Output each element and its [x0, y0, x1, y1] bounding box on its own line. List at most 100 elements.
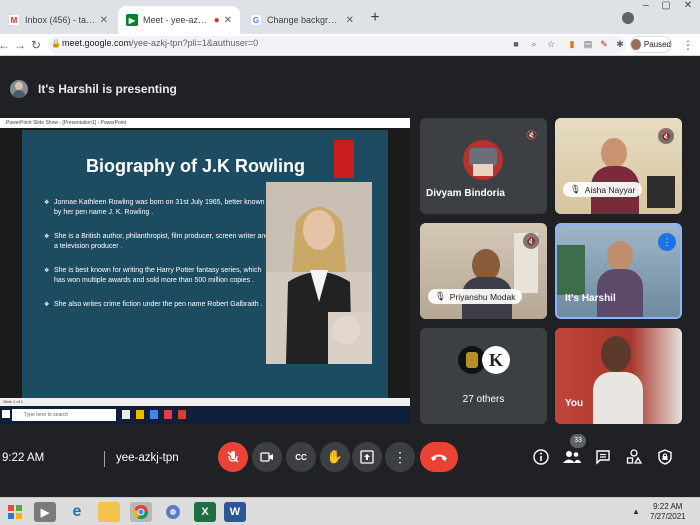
camera-icon[interactable]: ■	[510, 38, 522, 50]
puzzle-icon[interactable]: ✱	[614, 38, 626, 50]
presenter-avatar	[10, 80, 28, 98]
captions-button[interactable]: CC	[286, 442, 316, 472]
meeting-details-button[interactable]	[528, 444, 554, 470]
extension-icon-2[interactable]: ▤	[582, 38, 594, 50]
host-controls-button[interactable]	[652, 444, 678, 470]
extension-icon-3[interactable]: ✎	[598, 38, 610, 50]
chrome-alt-icon[interactable]	[162, 502, 184, 522]
video-icon	[260, 452, 273, 462]
participant-name-pill: 🎙 Aisha Nayyar	[563, 182, 643, 197]
extension-icon[interactable]: ▮	[566, 38, 578, 50]
mic-off-icon: 🔇	[523, 233, 539, 249]
mic-off-icon: 🎙	[570, 184, 581, 194]
more-options-icon[interactable]: ⋮	[658, 233, 676, 251]
maximize-icon[interactable]: ▢	[658, 0, 674, 14]
hand-icon: ✋	[326, 449, 344, 464]
close-icon[interactable]: ✕	[224, 15, 232, 26]
leave-call-button[interactable]	[420, 442, 458, 472]
profile-button[interactable]: Paused	[630, 36, 672, 53]
chrome-icon	[164, 410, 172, 419]
menu-icon[interactable]: ⋮	[680, 37, 696, 53]
back-icon[interactable]: ←	[0, 37, 12, 53]
close-window-icon[interactable]: ✕	[680, 0, 696, 14]
more-options-button[interactable]: ⋮	[385, 442, 415, 472]
address-bar: ← → ↻ 🔒 meet.google.com/yee-azkj-tpn?pli…	[0, 34, 700, 56]
tab-meet[interactable]: ▶ Meet - yee-azkj-tpn ● ✕	[118, 6, 240, 34]
excel-icon[interactable]: X	[194, 502, 216, 522]
mic-off-icon: 🎙	[435, 291, 446, 301]
activities-button[interactable]	[621, 444, 647, 470]
participant-tile-active[interactable]: ⋮ It's Harshil	[555, 223, 682, 319]
store-icon	[150, 410, 158, 419]
ie-icon[interactable]: e	[66, 502, 88, 522]
present-button[interactable]	[352, 442, 382, 472]
slide-title: Biography of J.K Rowling	[86, 156, 305, 176]
camera-toggle-button[interactable]	[252, 442, 282, 472]
tab-gmail[interactable]: M Inbox (456) - tarannum@theindi... ✕	[0, 6, 116, 34]
others-tile[interactable]: K 27 others	[420, 328, 547, 424]
record-icon[interactable]	[622, 12, 634, 24]
captions-icon: CC	[295, 452, 307, 462]
star-icon[interactable]: ☆	[545, 38, 557, 50]
reload-icon[interactable]: ↻	[28, 37, 44, 53]
more-vert-icon: ⋮	[393, 448, 407, 465]
url-text[interactable]: meet.google.com/yee-azkj-tpn?pli=1&authu…	[62, 38, 258, 48]
chat-icon	[596, 450, 610, 465]
new-tab-button[interactable]: +	[366, 9, 384, 27]
explorer-icon	[136, 410, 144, 419]
mic-toggle-button[interactable]	[218, 442, 248, 472]
folder-icon[interactable]	[98, 502, 120, 522]
lock-icon[interactable]: 🔒	[51, 39, 61, 48]
presenting-header: It's Harshil is presenting	[10, 78, 177, 100]
taskbar-search: Type here to search	[12, 409, 116, 421]
portrait-photo	[266, 182, 372, 364]
task-view-icon	[122, 410, 130, 419]
media-player-icon[interactable]: ▶	[34, 502, 56, 522]
gmail-icon: M	[8, 14, 20, 26]
slide-accent-bar	[334, 140, 354, 178]
bullet-item: She is a British author, philanthropist,…	[44, 232, 270, 252]
info-icon	[533, 449, 549, 465]
participant-name: Priyanshu Modak	[449, 291, 516, 302]
minimize-icon[interactable]: –	[638, 0, 654, 14]
taskbar-clock[interactable]: 9:22 AM 7/27/2021	[650, 502, 686, 522]
powerpoint-icon	[178, 410, 186, 419]
meeting-controls: 9:22 AM yee-azkj-tpn CC ✋ ⋮ 33	[0, 430, 700, 492]
chat-button[interactable]	[590, 444, 616, 470]
screen-share[interactable]: PowerPoint Slide Show - [Presentation1] …	[0, 118, 410, 424]
windows-taskbar: ▶ e X W ▲ 9:22 AM 7/27/2021	[0, 497, 700, 525]
participant-avatar-letter: K	[482, 346, 510, 374]
activities-icon	[626, 449, 642, 464]
hangup-icon	[431, 454, 447, 461]
google-icon: G	[250, 14, 262, 26]
tab-help[interactable]: G Change background and use effe... ✕	[242, 6, 362, 34]
participant-tile[interactable]: 🔇 🎙 Priyanshu Modak	[420, 223, 547, 319]
raise-hand-button[interactable]: ✋	[320, 442, 350, 472]
forward-icon[interactable]: →	[12, 37, 28, 53]
participant-tile[interactable]: 🔇 Divyam Bindoria	[420, 118, 547, 214]
zoom-icon[interactable]: ⌕	[528, 38, 540, 50]
participant-name-pill: 🎙 Priyanshu Modak	[428, 289, 523, 304]
self-tile[interactable]: You	[555, 328, 682, 424]
chrome-icon[interactable]	[130, 502, 152, 522]
participant-tile[interactable]: 🔇 🎙 Aisha Nayyar	[555, 118, 682, 214]
word-icon[interactable]: W	[224, 502, 246, 522]
people-icon	[563, 451, 581, 463]
bullet-item: She also writes crime fiction under the …	[44, 300, 270, 310]
present-icon	[360, 450, 374, 464]
tab-title: Inbox (456) - tarannum@theindi...	[25, 15, 96, 25]
mic-off-icon: 🔇	[658, 128, 674, 144]
people-button[interactable]	[559, 444, 585, 470]
tray-icon[interactable]: ▲	[632, 507, 640, 516]
slide-bullets: Jonnae Kathleen Rowling was born on 31st…	[44, 198, 270, 324]
close-icon[interactable]: ✕	[100, 15, 108, 26]
mic-off-icon	[227, 451, 239, 463]
profile-avatar	[631, 39, 641, 50]
start-icon[interactable]	[4, 502, 26, 522]
shield-icon	[658, 449, 672, 465]
participant-name: It's Harshil	[565, 293, 616, 304]
meeting-code: yee-azkj-tpn	[116, 452, 179, 464]
profile-status: Paused	[643, 40, 671, 49]
close-icon[interactable]: ✕	[346, 15, 354, 26]
slide-counter: Slide 1 of 1	[0, 398, 410, 406]
